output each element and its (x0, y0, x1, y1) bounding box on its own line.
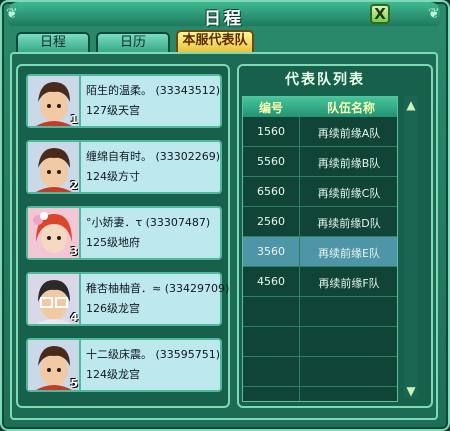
table-row[interactable]: 1560 再续前缘A队 (243, 117, 397, 147)
rank-badge: 1 (70, 113, 78, 126)
member-card[interactable]: 2 缠绵自有时。 (33302269) 124级方寸 (26, 140, 222, 194)
tab-schedule[interactable]: 日程 (16, 32, 90, 52)
member-card[interactable]: 3 °小娇妻．τ (33307487) 125级地府 (26, 206, 222, 260)
member-name-line: 十二级床震。 (33595751) (86, 346, 220, 362)
table-row[interactable]: 4560 再续前缘F队 (243, 267, 397, 297)
member-level-school: 124级龙宫 (86, 368, 140, 381)
header-number: 编号 (259, 101, 284, 115)
member-name: 十二级床震。 (86, 348, 152, 361)
member-name: 稚杏柚柚音．≈ (86, 282, 162, 295)
table-row-empty (243, 297, 397, 327)
tab-calendar[interactable]: 日历 (96, 32, 170, 52)
table-row-empty (243, 357, 397, 387)
member-name-line: 陌生的温柔。 (33343512) (86, 82, 220, 98)
tab-server-team[interactable]: 本服代表队 (176, 30, 254, 52)
member-level-school: 127级天宫 (86, 104, 140, 117)
table-row-selected[interactable]: 3560 再续前缘E队 (243, 237, 397, 267)
team-name: 再续前缘C队 (317, 187, 381, 200)
table-row-empty (243, 327, 397, 357)
team-number: 1560 (257, 125, 285, 138)
team-list-title: 代表队列表 (285, 72, 365, 88)
close-button[interactable]: X (370, 4, 390, 24)
team-name: 再续前缘A队 (317, 127, 381, 140)
team-name: 再续前缘D队 (317, 217, 381, 230)
member-level-school: 125级地府 (86, 236, 140, 249)
rank-badge: 2 (70, 179, 78, 192)
table-row[interactable]: 2560 再续前缘D队 (243, 207, 397, 237)
rank-badge: 5 (70, 377, 78, 390)
scroll-down-icon[interactable]: ▼ (404, 384, 418, 398)
scroll-up-icon[interactable]: ▲ (404, 98, 418, 112)
avatar: 3 (28, 208, 81, 258)
team-number: 6560 (257, 185, 285, 198)
member-name: °小娇妻．τ (86, 216, 143, 229)
member-id: (33302269) (155, 150, 221, 163)
rank-badge: 3 (70, 245, 78, 258)
team-name: 再续前缘F队 (318, 277, 380, 290)
member-name: 缠绵自有时。 (86, 150, 152, 163)
avatar: 5 (28, 340, 81, 390)
member-card[interactable]: 1 陌生的温柔。 (33343512) 127级天宫 (26, 74, 222, 128)
member-name: 陌生的温柔。 (86, 84, 152, 97)
team-number: 3560 (257, 245, 285, 258)
team-name: 再续前缘E队 (318, 247, 380, 260)
member-card[interactable]: 5 十二级床震。 (33595751) 124级龙宫 (26, 338, 222, 392)
header-team-name: 队伍名称 (327, 101, 376, 115)
team-name: 再续前缘B队 (317, 157, 381, 170)
table-row[interactable]: 5560 再续前缘B队 (243, 147, 397, 177)
rank-badge: 4 (70, 311, 78, 324)
team-number: 2560 (257, 215, 285, 228)
scrollbar[interactable] (404, 96, 418, 398)
team-list-table: 编号 队伍名称 1560 再续前缘A队 5560 再续前缘B队 6560 再续前… (242, 96, 398, 402)
member-level-school: 124级方寸 (86, 170, 140, 183)
member-id: (33595751) (155, 348, 221, 361)
member-id: (33307487) (145, 216, 211, 229)
member-id: (33429709) (164, 282, 230, 295)
avatar: 4 (28, 274, 81, 324)
avatar: 2 (28, 142, 81, 192)
member-name-line: °小娇妻．τ (33307487) (86, 214, 210, 230)
member-name-line: 缠绵自有时。 (33302269) (86, 148, 220, 164)
left-ornament-icon: ❦ (6, 6, 18, 22)
team-number: 4560 (257, 275, 285, 288)
member-id: (33343512) (155, 84, 221, 97)
avatar: 1 (28, 76, 81, 126)
table-header: 编号 队伍名称 (243, 97, 397, 117)
member-level-school: 126级龙宫 (86, 302, 140, 315)
right-ornament-icon: ❦ (428, 6, 440, 22)
member-card[interactable]: 4 稚杏柚柚音．≈ (33429709) 126级龙宫 (26, 272, 229, 326)
close-icon: X (374, 5, 386, 23)
column-divider (299, 117, 300, 401)
table-row[interactable]: 6560 再续前缘C队 (243, 177, 397, 207)
member-name-line: 稚杏柚柚音．≈ (33429709) (86, 280, 229, 296)
team-number: 5560 (257, 155, 285, 168)
